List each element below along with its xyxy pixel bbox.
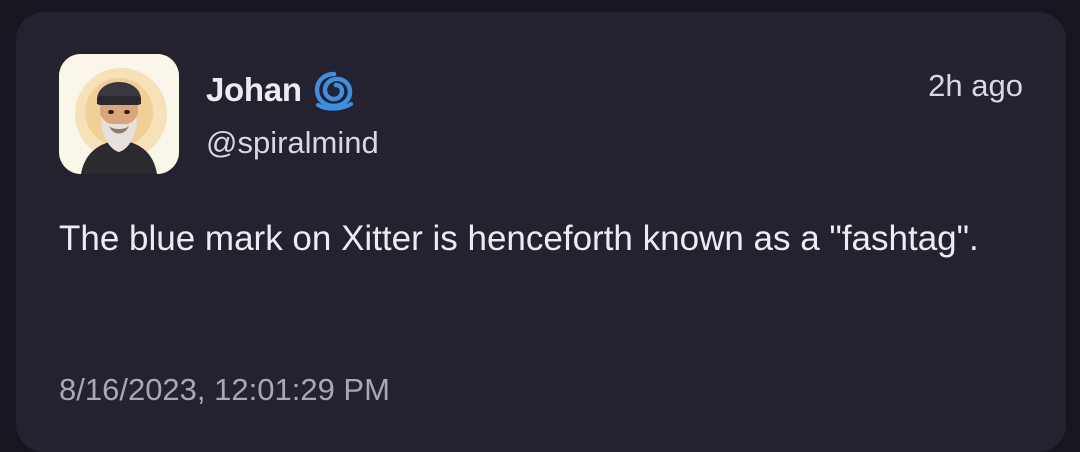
post-timestamp: 8/16/2023, 12:01:29 PM (59, 372, 390, 407)
post-text: The blue mark on Xitter is henceforth kn… (59, 219, 979, 258)
blue-spiral-badge-icon (314, 71, 353, 111)
author-name-row[interactable]: Johan (206, 68, 356, 112)
author-handle[interactable]: @spiralmind (206, 125, 379, 161)
relative-time: 2h ago (928, 68, 1023, 103)
author-display-name[interactable]: Johan (206, 71, 302, 109)
author-avatar[interactable] (59, 54, 179, 174)
bearded-man-avatar-icon (59, 54, 179, 174)
post-card[interactable]: Johan @spiralmind 2h ago The blue mark o… (16, 12, 1066, 452)
